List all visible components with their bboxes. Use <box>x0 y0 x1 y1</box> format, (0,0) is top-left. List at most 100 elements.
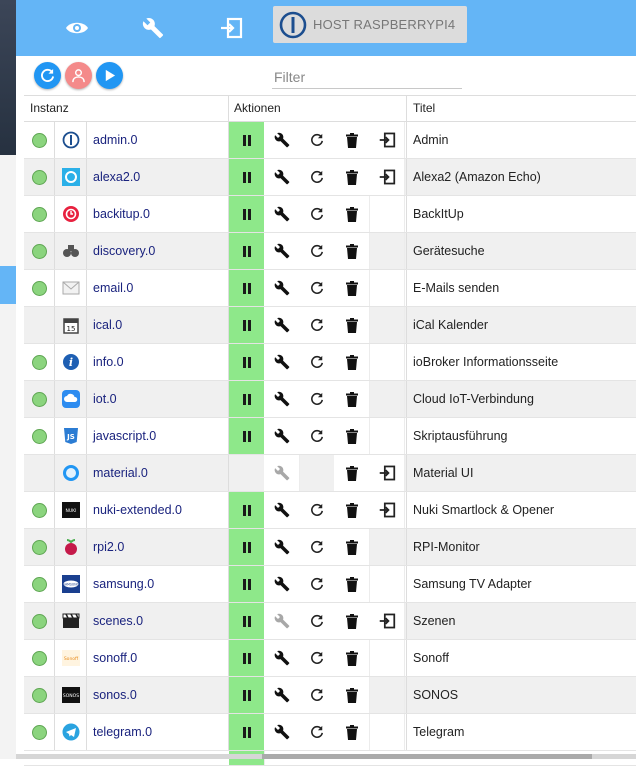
delete-button[interactable] <box>334 307 370 343</box>
restart-button[interactable] <box>299 270 335 306</box>
restart-button[interactable] <box>299 603 335 639</box>
restart-button[interactable] <box>299 492 335 528</box>
restart-button[interactable] <box>299 196 335 232</box>
config-button[interactable] <box>264 196 300 232</box>
host-selector[interactable]: HOST RASPBERRYPI4 <box>273 6 467 43</box>
pause-button[interactable] <box>229 677 265 713</box>
pause-button[interactable] <box>229 714 265 750</box>
restart-button[interactable] <box>299 122 335 158</box>
delete-button[interactable] <box>334 455 370 491</box>
delete-button[interactable] <box>334 677 370 713</box>
instance-name[interactable]: javascript.0 <box>93 418 228 454</box>
instance-name[interactable]: telegram.0 <box>93 714 228 750</box>
restart-button[interactable] <box>299 381 335 417</box>
pause-button[interactable] <box>229 270 265 306</box>
config-button[interactable] <box>264 529 300 565</box>
delete-button[interactable] <box>334 640 370 676</box>
sidebar-selected-item[interactable] <box>0 266 16 304</box>
delete-button[interactable] <box>334 233 370 269</box>
restart-button[interactable] <box>299 529 335 565</box>
config-button[interactable] <box>264 270 300 306</box>
delete-button[interactable] <box>334 381 370 417</box>
filter-input[interactable] <box>272 66 462 89</box>
delete-button[interactable] <box>334 270 370 306</box>
instance-name[interactable]: backitup.0 <box>93 196 228 232</box>
config-button[interactable] <box>264 344 300 380</box>
restart-button[interactable] <box>299 233 335 269</box>
instance-name[interactable]: scenes.0 <box>93 603 228 639</box>
delete-button[interactable] <box>334 159 370 195</box>
delete-button[interactable] <box>334 714 370 750</box>
login-icon[interactable] <box>213 10 249 46</box>
config-button[interactable] <box>264 640 300 676</box>
pause-button[interactable] <box>229 307 265 343</box>
pause-button[interactable] <box>229 418 265 454</box>
instance-name[interactable]: info.0 <box>93 344 228 380</box>
config-button[interactable] <box>264 159 300 195</box>
wrench-icon <box>274 243 290 259</box>
instance-name[interactable]: iot.0 <box>93 381 228 417</box>
restart-button[interactable] <box>299 566 335 602</box>
delete-button[interactable] <box>334 344 370 380</box>
instance-name[interactable]: email.0 <box>93 270 228 306</box>
pause-button[interactable] <box>229 603 265 639</box>
pause-button[interactable] <box>229 344 265 380</box>
play-button[interactable] <box>96 62 123 89</box>
config-button[interactable] <box>264 714 300 750</box>
open-button[interactable] <box>369 122 405 158</box>
config-button[interactable] <box>264 418 300 454</box>
instance-name[interactable]: nuki-extended.0 <box>93 492 228 528</box>
refresh-button[interactable] <box>34 62 61 89</box>
config-button[interactable] <box>264 492 300 528</box>
pause-button[interactable] <box>229 492 265 528</box>
open-button[interactable] <box>369 455 405 491</box>
scrollbar-thumb[interactable] <box>262 754 592 759</box>
config-button[interactable] <box>264 381 300 417</box>
pause-button[interactable] <box>229 196 265 232</box>
delete-button[interactable] <box>334 196 370 232</box>
config-button[interactable] <box>264 566 300 602</box>
config-button[interactable] <box>264 677 300 713</box>
open-button[interactable] <box>369 603 405 639</box>
eye-icon[interactable] <box>59 10 95 46</box>
pause-button[interactable] <box>229 122 265 158</box>
config-button[interactable] <box>264 122 300 158</box>
restart-button[interactable] <box>299 677 335 713</box>
instance-name[interactable]: admin.0 <box>93 122 228 158</box>
horizontal-scrollbar[interactable] <box>16 754 636 759</box>
delete-button[interactable] <box>334 529 370 565</box>
delete-button[interactable] <box>334 418 370 454</box>
expert-mode-button[interactable] <box>65 62 92 89</box>
config-button[interactable] <box>264 307 300 343</box>
instance-name[interactable]: samsung.0 <box>93 566 228 602</box>
instance-name[interactable]: discovery.0 <box>93 233 228 269</box>
material-icon <box>55 455 87 491</box>
restart-button[interactable] <box>299 418 335 454</box>
restart-button[interactable] <box>299 344 335 380</box>
delete-button[interactable] <box>334 492 370 528</box>
pause-button[interactable] <box>229 566 265 602</box>
delete-button[interactable] <box>334 603 370 639</box>
restart-button[interactable] <box>299 640 335 676</box>
instance-name[interactable]: rpi2.0 <box>93 529 228 565</box>
wrench-icon[interactable] <box>135 10 171 46</box>
pause-button[interactable] <box>229 529 265 565</box>
sonoff-icon: Sonoff <box>55 640 87 676</box>
pause-button[interactable] <box>229 640 265 676</box>
open-button[interactable] <box>369 492 405 528</box>
instance-name[interactable]: sonoff.0 <box>93 640 228 676</box>
instance-name[interactable]: ical.0 <box>93 307 228 343</box>
delete-button[interactable] <box>334 122 370 158</box>
pause-button[interactable] <box>229 233 265 269</box>
delete-button[interactable] <box>334 566 370 602</box>
open-button[interactable] <box>369 159 405 195</box>
pause-button[interactable] <box>229 381 265 417</box>
restart-button[interactable] <box>299 159 335 195</box>
instance-name[interactable]: sonos.0 <box>93 677 228 713</box>
restart-button[interactable] <box>299 307 335 343</box>
instance-name[interactable]: material.0 <box>93 455 228 491</box>
config-button[interactable] <box>264 233 300 269</box>
restart-button[interactable] <box>299 714 335 750</box>
instance-name[interactable]: alexa2.0 <box>93 159 228 195</box>
pause-button[interactable] <box>229 159 265 195</box>
